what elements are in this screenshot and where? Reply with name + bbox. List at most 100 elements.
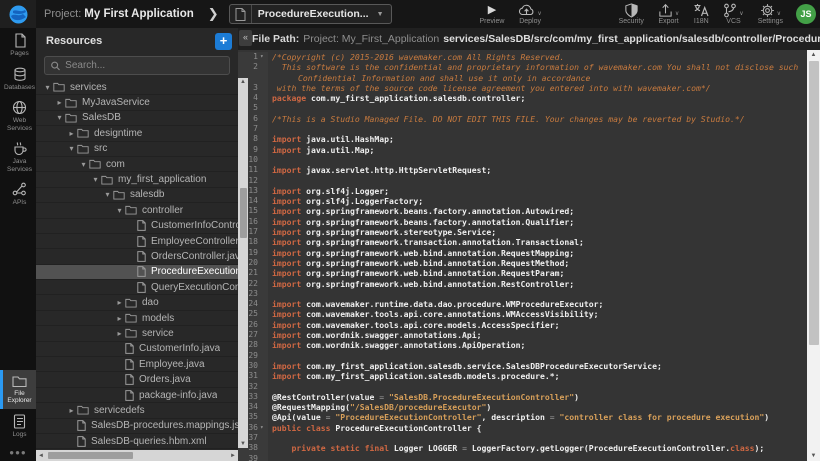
scrollbar-thumb[interactable]	[809, 61, 819, 345]
scroll-up-arrow[interactable]: ▲	[807, 52, 820, 58]
sidebar-item-web-services[interactable]: Web Services	[0, 95, 36, 136]
caret-right-icon[interactable]: ▸	[114, 329, 125, 338]
sidebar-item-file-explorer[interactable]: File Explorer	[0, 370, 36, 409]
code-line[interactable]: 28import com.wordnik.swagger.annotations…	[238, 340, 807, 350]
scroll-down-arrow[interactable]: ▼	[238, 441, 248, 447]
scrollbar-thumb[interactable]	[48, 452, 133, 459]
code-line[interactable]: 29	[238, 351, 807, 361]
code-line[interactable]: 37	[238, 433, 807, 443]
tree-row[interactable]: CustomerInfo.java	[36, 342, 238, 357]
tree-row[interactable]: ▸MyJavaService	[36, 95, 238, 110]
sidebar-item-databases[interactable]: Databases	[0, 62, 36, 96]
scroll-up-arrow[interactable]: ▲	[238, 79, 248, 85]
caret-right-icon[interactable]: ▸	[114, 298, 125, 307]
code-line[interactable]: 17import org.springframework.stereotype.…	[238, 227, 807, 237]
code-line[interactable]: 38 private static final Logger LOGGER = …	[238, 443, 807, 453]
tree-row[interactable]: ▸designtime	[36, 126, 238, 141]
code-line[interactable]: 12	[238, 176, 807, 186]
tree-row[interactable]: ▸dao	[36, 295, 238, 310]
code-line[interactable]: 20import org.springframework.web.bind.an…	[238, 258, 807, 268]
caret-right-icon[interactable]: ▸	[66, 129, 77, 138]
code-line[interactable]: 3 with the terms of the source code lice…	[238, 83, 807, 93]
fold-icon[interactable]: ▾	[260, 423, 268, 433]
code-line[interactable]: 14import org.slf4j.LoggerFactory;	[238, 196, 807, 206]
caret-down-icon[interactable]: ▾	[102, 190, 113, 199]
code-line[interactable]: 4package com.my_first_application.salesd…	[238, 93, 807, 103]
settings-button[interactable]: ∨Settings	[758, 0, 783, 28]
search-box[interactable]	[44, 56, 230, 75]
code-line[interactable]: 15import org.springframework.beans.facto…	[238, 206, 807, 216]
caret-right-icon[interactable]: ▸	[114, 314, 125, 323]
scroll-left-arrow[interactable]: ◄	[36, 453, 46, 459]
code-editor[interactable]: 1▾/*Copyright (c) 2015-2016 wavemaker.co…	[238, 50, 807, 461]
tree-row[interactable]: ▾com	[36, 157, 238, 172]
fold-icon[interactable]: ▾	[260, 52, 268, 62]
caret-down-icon[interactable]: ▾	[90, 175, 101, 184]
collapse-panel-button[interactable]: «	[239, 30, 252, 46]
tree-row[interactable]: ▾my_first_application	[36, 172, 238, 187]
deploy-button[interactable]: ∨ Deploy	[518, 0, 541, 28]
file-selector-dropdown[interactable]: ProcedureExecution... ▼	[229, 4, 392, 24]
tree-row[interactable]: ▾salesdb	[36, 188, 238, 203]
code-line[interactable]: 25import com.wavemaker.tools.api.core.an…	[238, 309, 807, 319]
editor-vscrollbar[interactable]: ▲ ▼	[807, 50, 820, 461]
tree-row[interactable]: ▸servicedefs	[36, 403, 238, 418]
caret-down-icon[interactable]: ▾	[66, 144, 77, 153]
code-line[interactable]: 31import com.my_first_application.salesd…	[238, 371, 807, 381]
code-line[interactable]: 27import com.wordnik.swagger.annotations…	[238, 330, 807, 340]
caret-down-icon[interactable]: ▾	[78, 160, 89, 169]
sidebar-item-pages[interactable]: Pages	[0, 28, 36, 62]
i18n-button[interactable]: I18N	[693, 0, 709, 28]
code-line[interactable]: 36▾public class ProcedureExecutionContro…	[238, 423, 807, 433]
tree-row[interactable]: Orders.java	[36, 372, 238, 387]
scroll-right-arrow[interactable]: ►	[228, 453, 238, 459]
tree-row[interactable]: CustomerInfoController.java	[36, 219, 238, 234]
add-resource-button[interactable]: +	[215, 33, 232, 50]
sidebar-item-apis[interactable]: APIs	[0, 177, 36, 211]
sidebar-item-java-services[interactable]: Java Services	[0, 136, 36, 177]
tree-row[interactable]: ▸models	[36, 311, 238, 326]
code-line[interactable]: 18import org.springframework.transaction…	[238, 237, 807, 247]
search-input[interactable]	[65, 60, 223, 71]
code-line[interactable]: 19import org.springframework.web.bind.an…	[238, 248, 807, 258]
tree-row[interactable]: QueryExecutionController.java	[36, 280, 238, 295]
tree-row[interactable]: ProcedureExecutionController.java	[36, 265, 238, 280]
sidebar-item-logs[interactable]: Logs	[0, 409, 36, 443]
tree-row[interactable]: ▾controller	[36, 203, 238, 218]
security-button[interactable]: Security	[619, 0, 644, 28]
code-line[interactable]: 35@Api(value = "ProcedureExecutionContro…	[238, 412, 807, 422]
tree-row[interactable]: EmployeeController.java	[36, 234, 238, 249]
tree-row[interactable]: ▾SalesDB	[36, 111, 238, 126]
tree-vscrollbar[interactable]: ▲ ▼	[238, 78, 248, 448]
tree-row[interactable]: ▸service	[36, 326, 238, 341]
code-line[interactable]: 2 This software is the confidential and …	[238, 62, 807, 83]
code-line[interactable]: 39	[238, 454, 807, 461]
code-line[interactable]: 26import com.wavemaker.tools.api.core.mo…	[238, 320, 807, 330]
code-line[interactable]: 8import java.util.HashMap;	[238, 134, 807, 144]
tree-row[interactable]: SalesDB-queries.hbm.xml	[36, 434, 238, 449]
code-line[interactable]: 16import org.springframework.beans.facto…	[238, 217, 807, 227]
code-line[interactable]: 32	[238, 382, 807, 392]
tree-row[interactable]: package-info.java	[36, 388, 238, 403]
code-line[interactable]: 6/*This is a Studio Managed File. DO NOT…	[238, 114, 807, 124]
tree-row[interactable]: SalesDB-procedures.mappings.json	[36, 419, 238, 434]
tree-row[interactable]: ▾services	[36, 80, 238, 95]
code-line[interactable]: 22import org.springframework.web.bind.an…	[238, 279, 807, 289]
code-line[interactable]: 24import com.wavemaker.runtime.data.dao.…	[238, 299, 807, 309]
code-line[interactable]: 7	[238, 124, 807, 134]
export-button[interactable]: ∨Export	[658, 0, 679, 28]
code-line[interactable]: 13import org.slf4j.Logger;	[238, 186, 807, 196]
tree-row[interactable]: ▾src	[36, 142, 238, 157]
scrollbar-thumb[interactable]	[240, 188, 247, 238]
preview-button[interactable]: ▶ Preview	[480, 0, 505, 28]
code-line[interactable]: 5	[238, 103, 807, 113]
code-line[interactable]: 1▾/*Copyright (c) 2015-2016 wavemaker.co…	[238, 52, 807, 62]
caret-down-icon[interactable]: ▾	[114, 206, 125, 215]
code-line[interactable]: 11import javax.servlet.http.HttpServletR…	[238, 165, 807, 175]
caret-right-icon[interactable]: ▸	[66, 406, 77, 415]
tree-hscrollbar[interactable]: ◄ ►	[36, 450, 238, 461]
user-avatar[interactable]: JS	[796, 4, 816, 24]
code-line[interactable]: 34@RequestMapping("/SalesDB/procedureExe…	[238, 402, 807, 412]
code-line[interactable]: 30import com.my_first_application.salesd…	[238, 361, 807, 371]
code-line[interactable]: 10	[238, 155, 807, 165]
